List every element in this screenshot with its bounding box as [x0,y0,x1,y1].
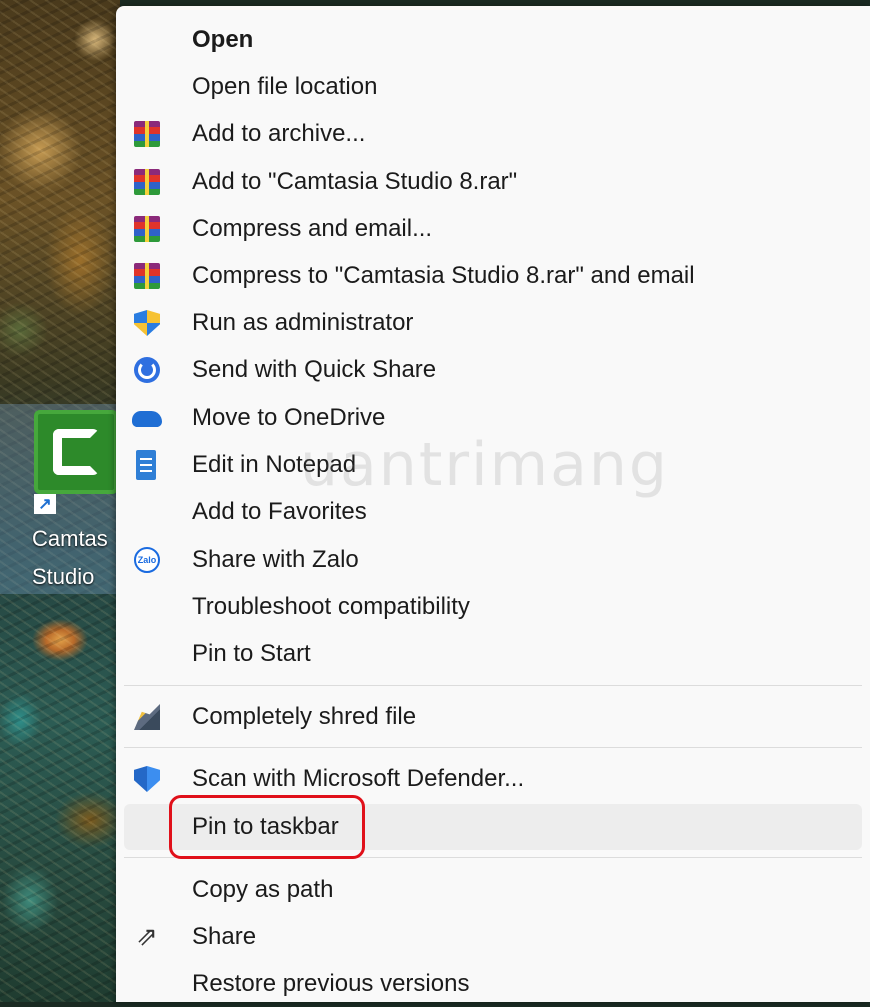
menu-item-label: Open [192,26,254,53]
menu-item-run-as-administrator[interactable]: Run as administrator [124,300,862,346]
menu-item-label: Open file location [192,73,378,100]
menu-item-label: Add to Favorites [192,498,367,525]
menu-item-compress-to-rar-and-email[interactable]: Compress to "Camtasia Studio 8.rar" and … [124,253,862,299]
menu-item-send-with-quick-share[interactable]: Send with Quick Share [124,347,862,393]
menu-item-label: Pin to Start [192,640,311,667]
shortcut-arrow-icon: ↗ [34,494,56,514]
zalo-icon: Zalo [134,547,160,573]
menu-item-label: Run as administrator [192,309,414,336]
winrar-icon [134,121,160,147]
menu-item-label: Compress and email... [192,215,433,242]
menu-item-label: Add to archive... [192,120,366,147]
menu-item-copy-as-path[interactable]: Copy as path [124,867,862,913]
menu-item-label: Share [192,923,257,950]
menu-item-troubleshoot-compatibility[interactable]: Troubleshoot compatibility [124,584,862,630]
menu-separator [124,685,862,686]
quick-share-icon [134,357,160,383]
winrar-icon [134,169,160,195]
menu-item-add-to-archive[interactable]: Add to archive... [124,111,862,157]
menu-item-open[interactable]: Open [124,17,862,63]
shred-icon [134,704,160,730]
menu-item-label: Troubleshoot compatibility [192,593,470,620]
desktop-shortcut-label-line1[interactable]: Camtas [32,526,122,552]
menu-item-label: Copy as path [192,876,334,903]
menu-item-add-to-favorites[interactable]: Add to Favorites [124,489,862,535]
menu-item-completely-shred-file[interactable]: Completely shred file [124,694,862,740]
menu-item-share[interactable]: ⇗ Share [124,914,862,960]
winrar-icon [134,263,160,289]
menu-item-label: Restore previous versions [192,970,470,997]
winrar-icon [134,216,160,242]
menu-item-label: Scan with Microsoft Defender... [192,765,525,792]
menu-item-label: Edit in Notepad [192,451,357,478]
menu-item-share-with-zalo[interactable]: Zalo Share with Zalo [124,537,862,583]
onedrive-icon [132,411,162,427]
menu-separator [124,747,862,748]
defender-icon [134,766,160,792]
menu-item-edit-in-notepad[interactable]: Edit in Notepad [124,442,862,488]
menu-item-open-file-location[interactable]: Open file location [124,64,862,110]
camtasia-icon[interactable] [34,410,118,494]
menu-item-label: Move to OneDrive [192,404,386,431]
notepad-icon [136,450,156,480]
menu-item-restore-previous-versions[interactable]: Restore previous versions [124,961,862,1007]
menu-item-label: Send with Quick Share [192,356,437,383]
highlight-annotation [169,795,365,859]
menu-item-pin-to-start[interactable]: Pin to Start [124,631,862,677]
menu-item-label: Share with Zalo [192,546,359,573]
share-icon: ⇗ [136,921,158,951]
menu-item-label: Add to "Camtasia Studio 8.rar" [192,168,518,195]
uac-shield-icon [134,310,160,336]
menu-item-label: Compress to "Camtasia Studio 8.rar" and … [192,262,695,289]
menu-item-compress-and-email[interactable]: Compress and email... [124,206,862,252]
menu-item-move-to-onedrive[interactable]: Move to OneDrive [124,395,862,441]
menu-item-label: Completely shred file [192,703,417,730]
desktop-shortcut-label-line2[interactable]: Studio [32,564,122,590]
menu-item-add-to-rar[interactable]: Add to "Camtasia Studio 8.rar" [124,159,862,205]
